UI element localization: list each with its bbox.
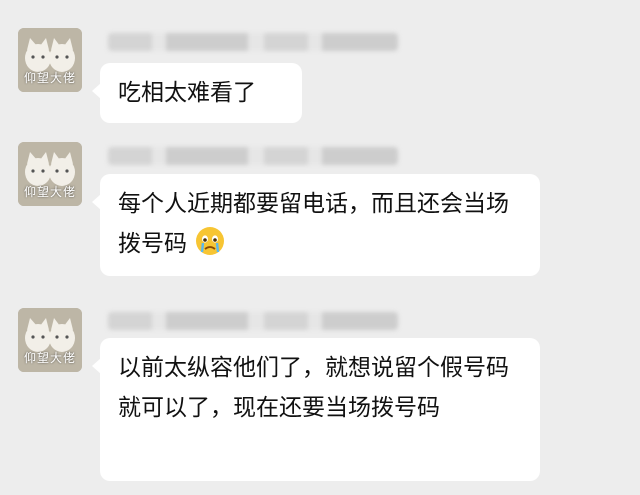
message-bubble[interactable]: 以前太纵容他们了，就想说留个假号码就可以了，现在还要当场拨号码	[92, 338, 540, 481]
message-text: 吃相太难看了	[118, 80, 256, 106]
avatar[interactable]: 仰望大佬	[18, 28, 82, 92]
avatar-caption: 仰望大佬	[23, 351, 76, 365]
avatar[interactable]: 仰望大佬	[18, 308, 82, 372]
message-bubble[interactable]: 吃相太难看了	[92, 63, 302, 123]
sender-name-blurred: ██████ ████████ ██████	[108, 147, 398, 165]
avatar-caption: 仰望大佬	[23, 71, 76, 85]
crying-face-icon	[196, 227, 225, 255]
avatar[interactable]: 仰望大佬	[18, 142, 82, 206]
message-bubble[interactable]: 每个人近期都要留电话，而且还会当场拨号码	[92, 174, 540, 276]
sender-name-blurred: ██████ ████████ ██████	[108, 33, 398, 51]
message-text: 以前太纵容他们了，就想说留个假号码就可以了，现在还要当场拨号码	[118, 355, 509, 421]
sender-name-blurred: ██████ ████████ ██████	[108, 312, 398, 330]
avatar-caption: 仰望大佬	[23, 185, 76, 199]
message-text: 每个人近期都要留电话，而且还会当场拨号码	[118, 191, 509, 257]
